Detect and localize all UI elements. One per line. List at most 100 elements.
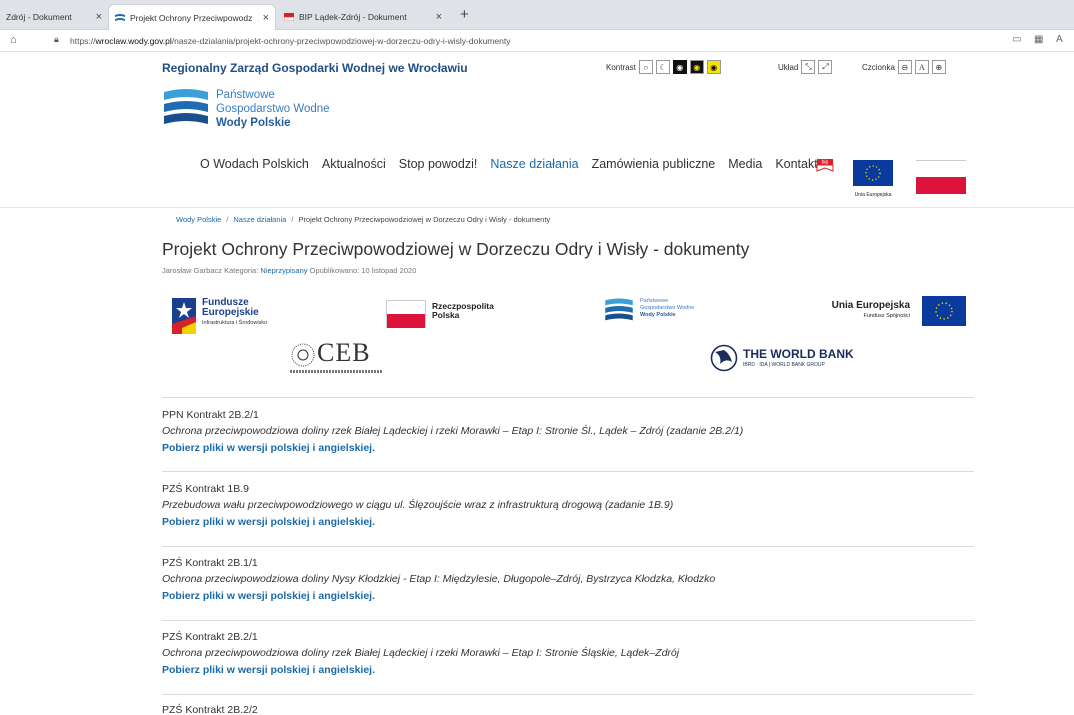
wb-line1: THE WORLD BANK	[743, 347, 854, 361]
bip-text: bip	[822, 160, 829, 166]
globe-icon	[710, 344, 738, 372]
contract-description: Ochrona przeciwpowodziowa doliny rzek Bi…	[162, 647, 680, 659]
contract-heading: PPN Kontrakt 2B.2/1	[162, 409, 259, 421]
nav-item-stop-powodzi[interactable]: Stop powodzi!	[399, 157, 478, 171]
font-label: Czcionka	[862, 62, 895, 72]
contrast-default-button[interactable]: ○	[638, 60, 653, 74]
polish-flag-icon[interactable]	[916, 160, 966, 194]
layout-wide-button[interactable]: ⤢	[818, 60, 833, 74]
nav-item-aktualnosci[interactable]: Aktualności	[322, 157, 386, 171]
immersive-reader-icon[interactable]: ▦	[1034, 34, 1043, 45]
browser-tab[interactable]: BIP Lądek-Zdrój - Dokument ×	[278, 4, 448, 30]
nav-item-kontakt[interactable]: Kontakt	[775, 157, 817, 171]
contrast-yellow-black-button[interactable]: ◉	[706, 60, 721, 74]
page-title: Projekt Ochrony Przeciwpowodziowej w Dor…	[162, 239, 750, 259]
eu-flag-icon	[922, 296, 966, 326]
article-author: Jarosław Garbacz	[162, 266, 223, 275]
download-link[interactable]: Pobierz pliki w wersji polskiej i angiel…	[162, 516, 974, 528]
divider	[162, 546, 974, 547]
close-tab-icon[interactable]: ×	[96, 11, 102, 23]
download-link[interactable]: Pobierz pliki w wersji polskiej i angiel…	[162, 442, 974, 454]
home-icon[interactable]: ⌂	[10, 34, 17, 46]
fundusze-europejskie-logo: Fundusze Europejskie Infrastruktura i Śr…	[172, 296, 322, 338]
wody-polskie-logo[interactable]: Państwowe Gospodarstwo Wodne Wody Polski…	[162, 86, 382, 136]
download-link[interactable]: Pobierz pliki w wersji polskiej i angiel…	[162, 664, 974, 676]
nav-item-media[interactable]: Media	[728, 157, 762, 171]
divider	[162, 471, 974, 472]
main-nav: O Wodach Polskich Aktualności Stop powod…	[200, 154, 831, 174]
category-label: Kategoria:	[224, 266, 259, 275]
unia-europejska-logo: Unia Europejska Fundusz Spójności	[814, 296, 966, 330]
close-tab-icon[interactable]: ×	[263, 12, 269, 24]
font-default-button[interactable]: A	[914, 60, 929, 74]
font-decrease-button[interactable]: ⊖	[897, 60, 912, 74]
logo-line3: Wody Polskie	[216, 117, 291, 129]
font-increase-button[interactable]: ⊕	[931, 60, 946, 74]
ceb-sun-icon	[291, 343, 315, 367]
eu-flag-logo[interactable]: Unia Europejska	[851, 160, 895, 198]
bip-logo-icon[interactable]: bip	[815, 156, 835, 174]
url-host: wroclaw.wody.gov.pl	[95, 36, 172, 46]
breadcrumb-separator: /	[291, 215, 294, 224]
wody-polskie-small-logo: Państwowe Gospodarstwo Wodne Wody Polski…	[604, 296, 744, 330]
tab-title: BIP Lądek-Zdrój - Dokument	[299, 12, 407, 22]
new-tab-button[interactable]: +	[460, 6, 469, 23]
lock-icon[interactable]: 🔒︎	[54, 34, 59, 45]
fe-line3: Infrastruktura i Środowisko	[202, 320, 268, 326]
web-page: Regionalny Zarząd Gospodarki Wodnej we W…	[0, 52, 1074, 715]
fe-line2: Europejskie	[202, 307, 259, 318]
contract-heading: PZŚ Kontrakt 2B.1/1	[162, 557, 258, 569]
nav-item-nasze-dzialania[interactable]: Nasze działania	[490, 157, 578, 171]
article-meta: Jarosław Garbacz Kategoria: Nieprzypisan…	[162, 266, 416, 275]
category-link[interactable]: Nieprzypisany	[260, 266, 307, 275]
waves-logo-icon	[164, 89, 208, 124]
breadcrumb-section[interactable]: Nasze działania	[233, 215, 286, 224]
fundusze-star-icon	[172, 298, 196, 334]
read-aloud-icon[interactable]: A	[1056, 34, 1063, 45]
browser-tab[interactable]: Zdrój - Dokument ×	[0, 4, 108, 30]
nav-item-o-wodach-polskich[interactable]: O Wodach Polskich	[200, 157, 309, 171]
top-strip: Regionalny Zarząd Gospodarki Wodnej we W…	[162, 52, 972, 82]
breadcrumb-home[interactable]: Wody Polskie	[176, 215, 221, 224]
bip-favicon-icon	[284, 13, 294, 21]
url-path: /nasze-dzialania/projekt-ochrony-przeciw…	[171, 36, 511, 46]
breadcrumb-separator: /	[226, 215, 229, 224]
ue-line2: Fundusz Spójności	[863, 313, 910, 319]
logo-line1: Państwowe	[216, 89, 275, 101]
org-name[interactable]: Regionalny Zarząd Gospodarki Wodnej we W…	[162, 61, 468, 75]
layout-narrow-button[interactable]: ⤡	[801, 60, 816, 74]
url-prefix: https://	[70, 36, 96, 46]
contrast-black-yellow-button[interactable]: ◉	[689, 60, 704, 74]
font-controls: Czcionka ⊖ A ⊕	[862, 60, 946, 74]
reading-view-icon[interactable]: ▭	[1012, 34, 1021, 45]
contract-description: Ochrona przeciwpowodziowa doliny rzek Bi…	[162, 425, 744, 437]
logo-line2: Gospodarstwo Wodne	[216, 103, 330, 115]
contract-item: PZŚ Kontrakt 2B.2/2	[162, 704, 974, 715]
contract-heading: PZŚ Kontrakt 2B.2/1	[162, 631, 258, 643]
contrast-label: Kontrast	[606, 62, 636, 72]
polish-flag-icon	[386, 300, 426, 328]
layout-label: Układ	[778, 62, 799, 72]
contrast-dark-button[interactable]: ☾	[655, 60, 670, 74]
contract-item: PZŚ Kontrakt 1B.9 Przebudowa wału przeci…	[162, 483, 974, 528]
contrast-controls: Kontrast ○ ☾ ◉ ◉ ◉	[606, 60, 721, 74]
header-divider	[0, 207, 1074, 208]
address-bar: ⌂ 🔒︎ https://wroclaw.wody.gov.pl/nasze-d…	[0, 30, 1074, 52]
url-field[interactable]: https://wroclaw.wody.gov.pl/nasze-dziala…	[70, 36, 510, 46]
nav-item-zamowienia-publiczne[interactable]: Zamówienia publiczne	[592, 157, 716, 171]
contract-item: PZŚ Kontrakt 2B.1/1 Ochrona przeciwpowod…	[162, 557, 974, 602]
contrast-black-white-button[interactable]: ◉	[672, 60, 687, 74]
eu-flag-icon	[853, 160, 893, 186]
layout-controls: Układ ⤡ ⤢	[778, 60, 833, 74]
close-tab-icon[interactable]: ×	[436, 11, 442, 23]
download-link[interactable]: Pobierz pliki w wersji polskiej i angiel…	[162, 590, 974, 602]
wp-line3: Wody Polskie	[640, 312, 676, 318]
browser-tab-active[interactable]: Projekt Ochrony Przeciwpowodz ×	[108, 4, 276, 30]
contract-item: PPN Kontrakt 2B.2/1 Ochrona przeciwpowod…	[162, 409, 974, 454]
wp-line1: Państwowe	[640, 298, 669, 304]
world-bank-logo: THE WORLD BANK IBRD · IDA | WORLD BANK G…	[710, 344, 870, 378]
wp-line2: Gospodarstwo Wodne	[640, 305, 695, 311]
waves-logo-icon	[605, 298, 633, 321]
published-date: Opublikowano: 10 listopad 2020	[309, 266, 417, 275]
divider	[162, 694, 974, 695]
